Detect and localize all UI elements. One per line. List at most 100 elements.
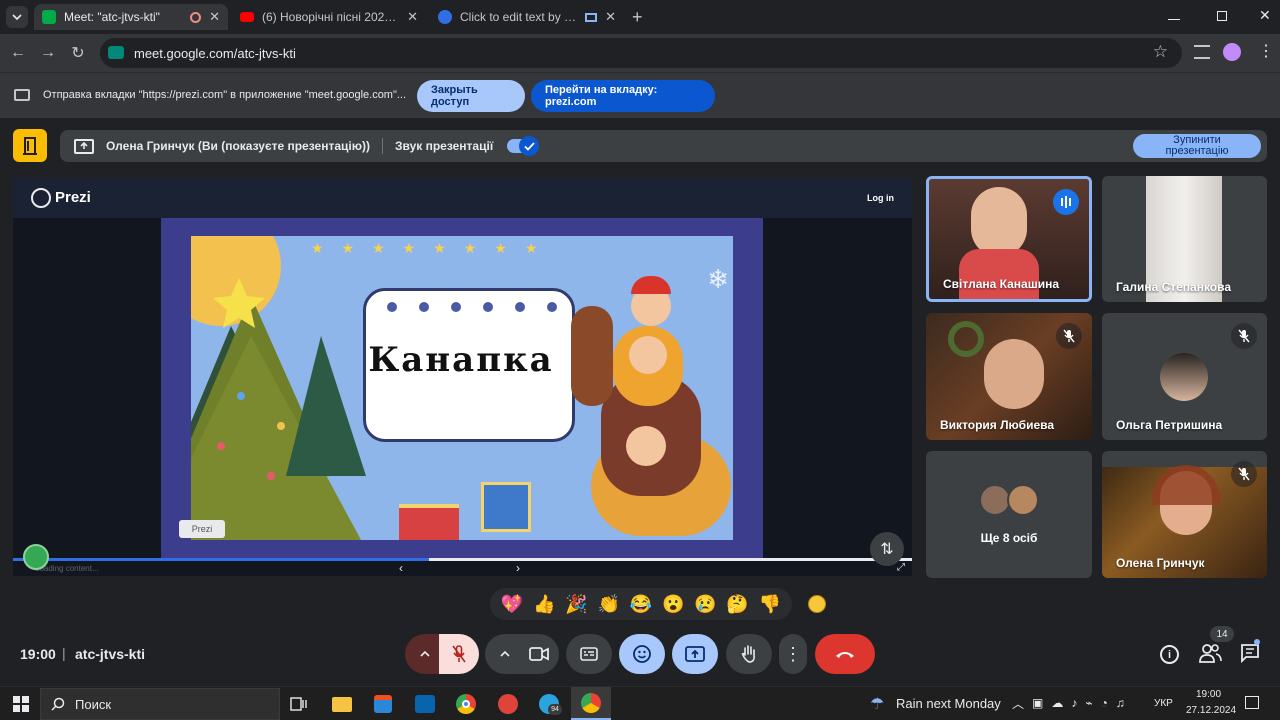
chat-icon	[1241, 644, 1259, 664]
reaction-sad[interactable]: 😢	[694, 594, 716, 615]
reactions-bar: 💖 👍 🎉 👏 😂 😮 😢 🤔 👎	[490, 588, 792, 620]
more-menu-icon[interactable]: ⋮	[1258, 41, 1274, 61]
telegram-badge-count: 94	[551, 706, 559, 713]
input-language[interactable]: УКР	[1154, 698, 1173, 709]
more-options-button[interactable]: ⋮	[779, 634, 807, 674]
exit-door-icon	[23, 136, 37, 155]
maximize-icon[interactable]	[1217, 11, 1227, 21]
prezi-favicon-icon	[438, 10, 452, 24]
chevron-up-icon[interactable]: ︿	[1012, 695, 1024, 712]
profile-avatar[interactable]	[1223, 43, 1241, 61]
reaction-heart[interactable]: 💖	[501, 594, 523, 615]
site-info-icon[interactable]	[108, 46, 124, 59]
stop-access-button[interactable]: Закрыть доступ	[417, 80, 525, 112]
fullscreen-icon[interactable]: ⤢	[897, 562, 905, 573]
browser-tab-strip: Meet: "atc-jtvs-kti" ✕ (6) Новорічні піс…	[0, 0, 1280, 34]
bookmark-star-icon[interactable]: ☆	[1153, 42, 1168, 62]
participant-name: Світлана Канашина	[943, 277, 1060, 291]
chrome-icon[interactable]	[453, 692, 479, 716]
mic-off-icon	[1231, 461, 1257, 487]
prezi-login-link[interactable]: Log in	[867, 193, 894, 203]
close-tab-icon[interactable]: ✕	[209, 9, 220, 25]
go-to-tab-button[interactable]: Перейти на вкладку: prezi.com	[531, 80, 715, 112]
close-tab-icon[interactable]: ✕	[407, 9, 418, 25]
microphone-toggle-button[interactable]	[439, 634, 479, 674]
wps-office-icon[interactable]	[495, 692, 521, 716]
participant-tile[interactable]: Виктория Любиева	[926, 313, 1092, 440]
presentation-sound-toggle[interactable]	[507, 136, 540, 156]
participant-tile[interactable]: Світлана Канашина	[926, 176, 1092, 302]
close-window-icon[interactable]: ✕	[1259, 7, 1271, 24]
minimize-icon[interactable]	[1168, 8, 1180, 20]
reload-icon[interactable]: ↻	[67, 42, 89, 64]
reaction-surprised[interactable]: 😮	[662, 594, 684, 615]
active-chrome-window[interactable]	[571, 687, 611, 720]
prev-step-icon[interactable]: ‹	[399, 561, 403, 575]
file-explorer-icon[interactable]	[329, 692, 355, 716]
store-icon[interactable]	[370, 692, 396, 716]
people-button[interactable]	[1198, 642, 1222, 666]
captions-button[interactable]	[566, 634, 612, 674]
participant-tile[interactable]: Ольга Петришина	[1102, 313, 1267, 440]
participant-face	[971, 187, 1027, 257]
clock-time[interactable]: 19:00	[1196, 689, 1221, 700]
back-arrow-icon[interactable]: ←	[7, 42, 29, 64]
close-tab-icon[interactable]: ✕	[605, 9, 616, 25]
emoji-icon	[633, 645, 651, 663]
new-tab-plus-icon[interactable]: +	[632, 7, 643, 28]
prezi-progress-fill	[13, 558, 429, 561]
christmas-tree-illustration	[191, 278, 366, 540]
skin-tone-button[interactable]	[808, 595, 826, 613]
chevron-up-icon	[420, 650, 430, 657]
reaction-thumbs-up[interactable]: 👍	[533, 594, 555, 615]
swap-layout-button[interactable]: ⇅	[870, 532, 904, 566]
raise-hand-button[interactable]	[726, 634, 772, 674]
tab-meet[interactable]: Meet: "atc-jtvs-kti" ✕	[34, 4, 228, 30]
tab-youtube[interactable]: (6) Новорічні пісні 2025. - YouT ✕	[232, 4, 426, 30]
leave-call-button[interactable]	[815, 634, 875, 674]
url-text: meet.google.com/atc-jtvs-kti	[134, 45, 296, 61]
outlook-icon[interactable]	[412, 692, 438, 716]
sharing-message: Отправка вкладки "https://prezi.com" в п…	[43, 89, 407, 101]
presentation-bar: Олена Гринчук (Ви (показуєте презентацію…	[60, 130, 1267, 162]
mic-off-icon	[452, 645, 466, 663]
tab-title: (6) Новорічні пісні 2025. - YouT	[262, 10, 399, 24]
prezi-logo-icon	[31, 188, 51, 208]
participant-name: Виктория Любиева	[940, 418, 1055, 432]
meeting-time: 19:00	[20, 646, 56, 662]
card-rings	[387, 302, 557, 312]
prezi-slide: Канапка ★★★★★★★★ ❄ Prezi	[161, 218, 763, 558]
forward-arrow-icon[interactable]: →	[37, 42, 59, 64]
tab-prezi[interactable]: Click to edit text by Ольга Г ✕	[430, 4, 624, 30]
prezi-header: Prezi Log in	[13, 178, 912, 218]
more-participants-tile[interactable]: Ще 8 осіб	[926, 451, 1092, 578]
camera-toggle-button[interactable]	[519, 634, 559, 674]
windows-start-icon[interactable]	[8, 692, 34, 716]
browser-toolbar: ← → ↻ meet.google.com/atc-jtvs-kti ☆ ⋮	[0, 34, 1280, 72]
present-now-button[interactable]	[672, 634, 718, 674]
task-view-icon[interactable]	[286, 692, 312, 716]
reaction-clap[interactable]: 👏	[598, 594, 620, 615]
reaction-thinking[interactable]: 🤔	[726, 594, 748, 615]
reaction-laugh[interactable]: 😂	[630, 594, 652, 615]
taskbar-search-box[interactable]: Поиск	[40, 688, 280, 720]
weather-text[interactable]: Rain next Monday	[896, 696, 1001, 711]
stop-presenting-button[interactable]: Зупинити презентацію	[1133, 134, 1261, 158]
clock-date[interactable]: 27.12.2024	[1186, 705, 1236, 716]
reaction-thumbs-down[interactable]: 👎	[759, 594, 781, 615]
recording-icon	[190, 11, 202, 23]
address-bar[interactable]: meet.google.com/atc-jtvs-kti ☆	[100, 38, 1182, 68]
notification-icon[interactable]	[1245, 696, 1259, 709]
meeting-info-icon[interactable]: i	[1160, 645, 1179, 664]
prezi-accessibility-icon[interactable]	[23, 544, 49, 570]
next-step-icon[interactable]: ›	[516, 561, 520, 575]
tab-search-button[interactable]	[6, 6, 28, 28]
participant-tile[interactable]: Олена Гринчук	[1102, 451, 1267, 578]
reaction-party[interactable]: 🎉	[565, 594, 587, 615]
door-icon[interactable]	[13, 129, 47, 162]
tray-icons[interactable]: ▣☁♪⌁◔♫	[1032, 696, 1133, 710]
reactions-button[interactable]	[619, 634, 665, 674]
chat-button[interactable]	[1240, 643, 1262, 665]
participant-tile[interactable]: Галина Степанкова	[1102, 176, 1267, 302]
media-controls-icon[interactable]	[1194, 45, 1210, 59]
